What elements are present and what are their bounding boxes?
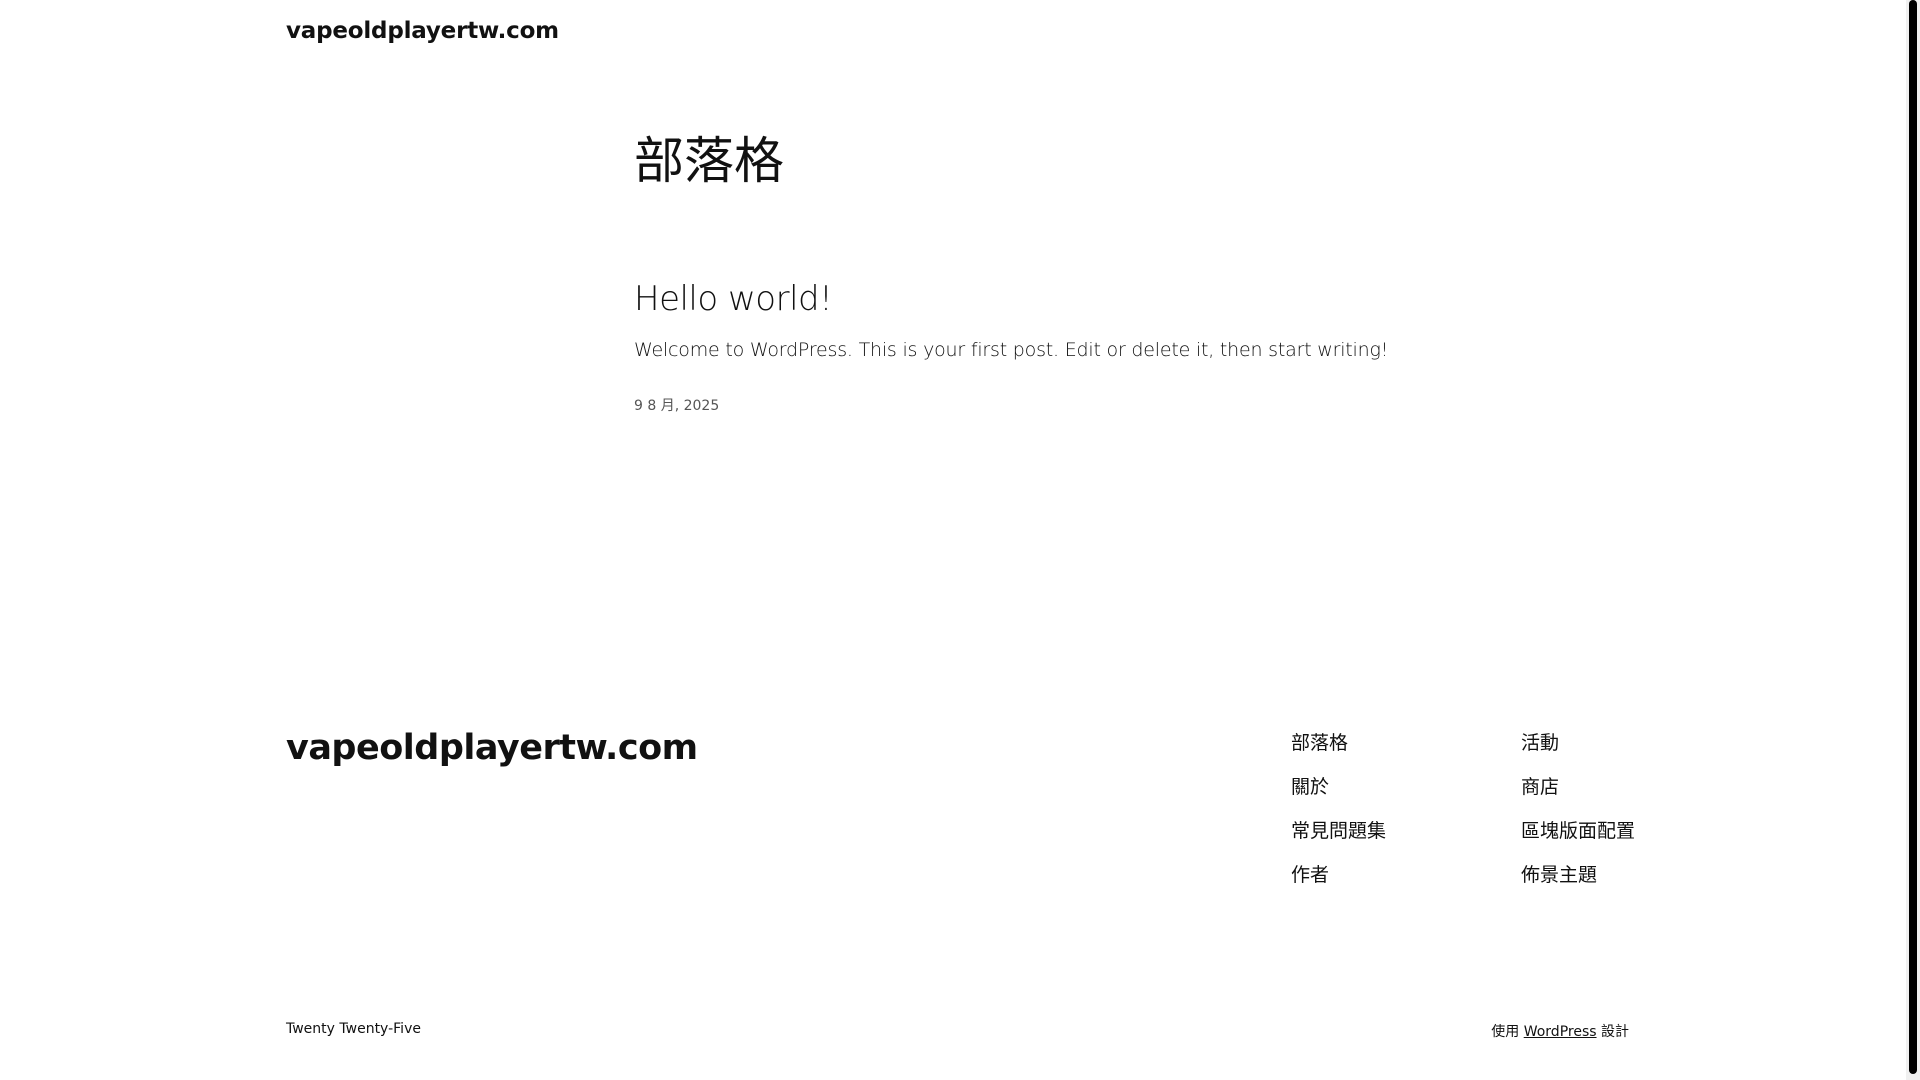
post-date-link[interactable]: 9 8 月, 2025: [634, 395, 719, 415]
footer-theme-name: Twenty Twenty-Five: [286, 1021, 421, 1037]
footer-nav-themes[interactable]: 佈景主題: [1521, 862, 1635, 888]
post-excerpt: Welcome to WordPress. This is your first…: [634, 339, 1389, 361]
post-title-link[interactable]: Hello world!: [634, 279, 833, 319]
footer-wordpress-link[interactable]: WordPress: [1524, 1024, 1597, 1040]
footer-nav-faq[interactable]: 常見問題集: [1291, 818, 1386, 844]
footer-credit: 使用 WordPress 設計: [1491, 1021, 1629, 1041]
archive-title: 部落格: [634, 132, 784, 190]
footer-credit-prefix: 使用: [1491, 1024, 1520, 1040]
footer-credit-suffix: 設計: [1601, 1024, 1629, 1040]
post-title-text[interactable]: Hello world!: [634, 279, 833, 319]
footer-site-title-link[interactable]: vapeoldplayertw.com: [286, 729, 698, 768]
footer-nav-shop[interactable]: 商店: [1521, 774, 1635, 800]
page: vapeoldplayertw.com 部落格 Hello world! Wel…: [0, 0, 1920, 1080]
footer-nav-events[interactable]: 活動: [1521, 730, 1635, 756]
footer-nav-about[interactable]: 關於: [1291, 774, 1386, 800]
scrollbar-thumb[interactable]: [1909, 0, 1917, 1074]
footer-nav-column-2: 活動 商店 區塊版面配置 佈景主題: [1521, 730, 1635, 888]
site-title-link[interactable]: vapeoldplayertw.com: [286, 18, 559, 44]
footer-nav-blog[interactable]: 部落格: [1291, 730, 1386, 756]
footer-nav-patterns[interactable]: 區塊版面配置: [1521, 818, 1635, 844]
footer-nav-authors[interactable]: 作者: [1291, 862, 1386, 888]
vertical-scrollbar[interactable]: [1906, 0, 1920, 1080]
footer-nav-column-1: 部落格 關於 常見問題集 作者: [1291, 730, 1386, 888]
